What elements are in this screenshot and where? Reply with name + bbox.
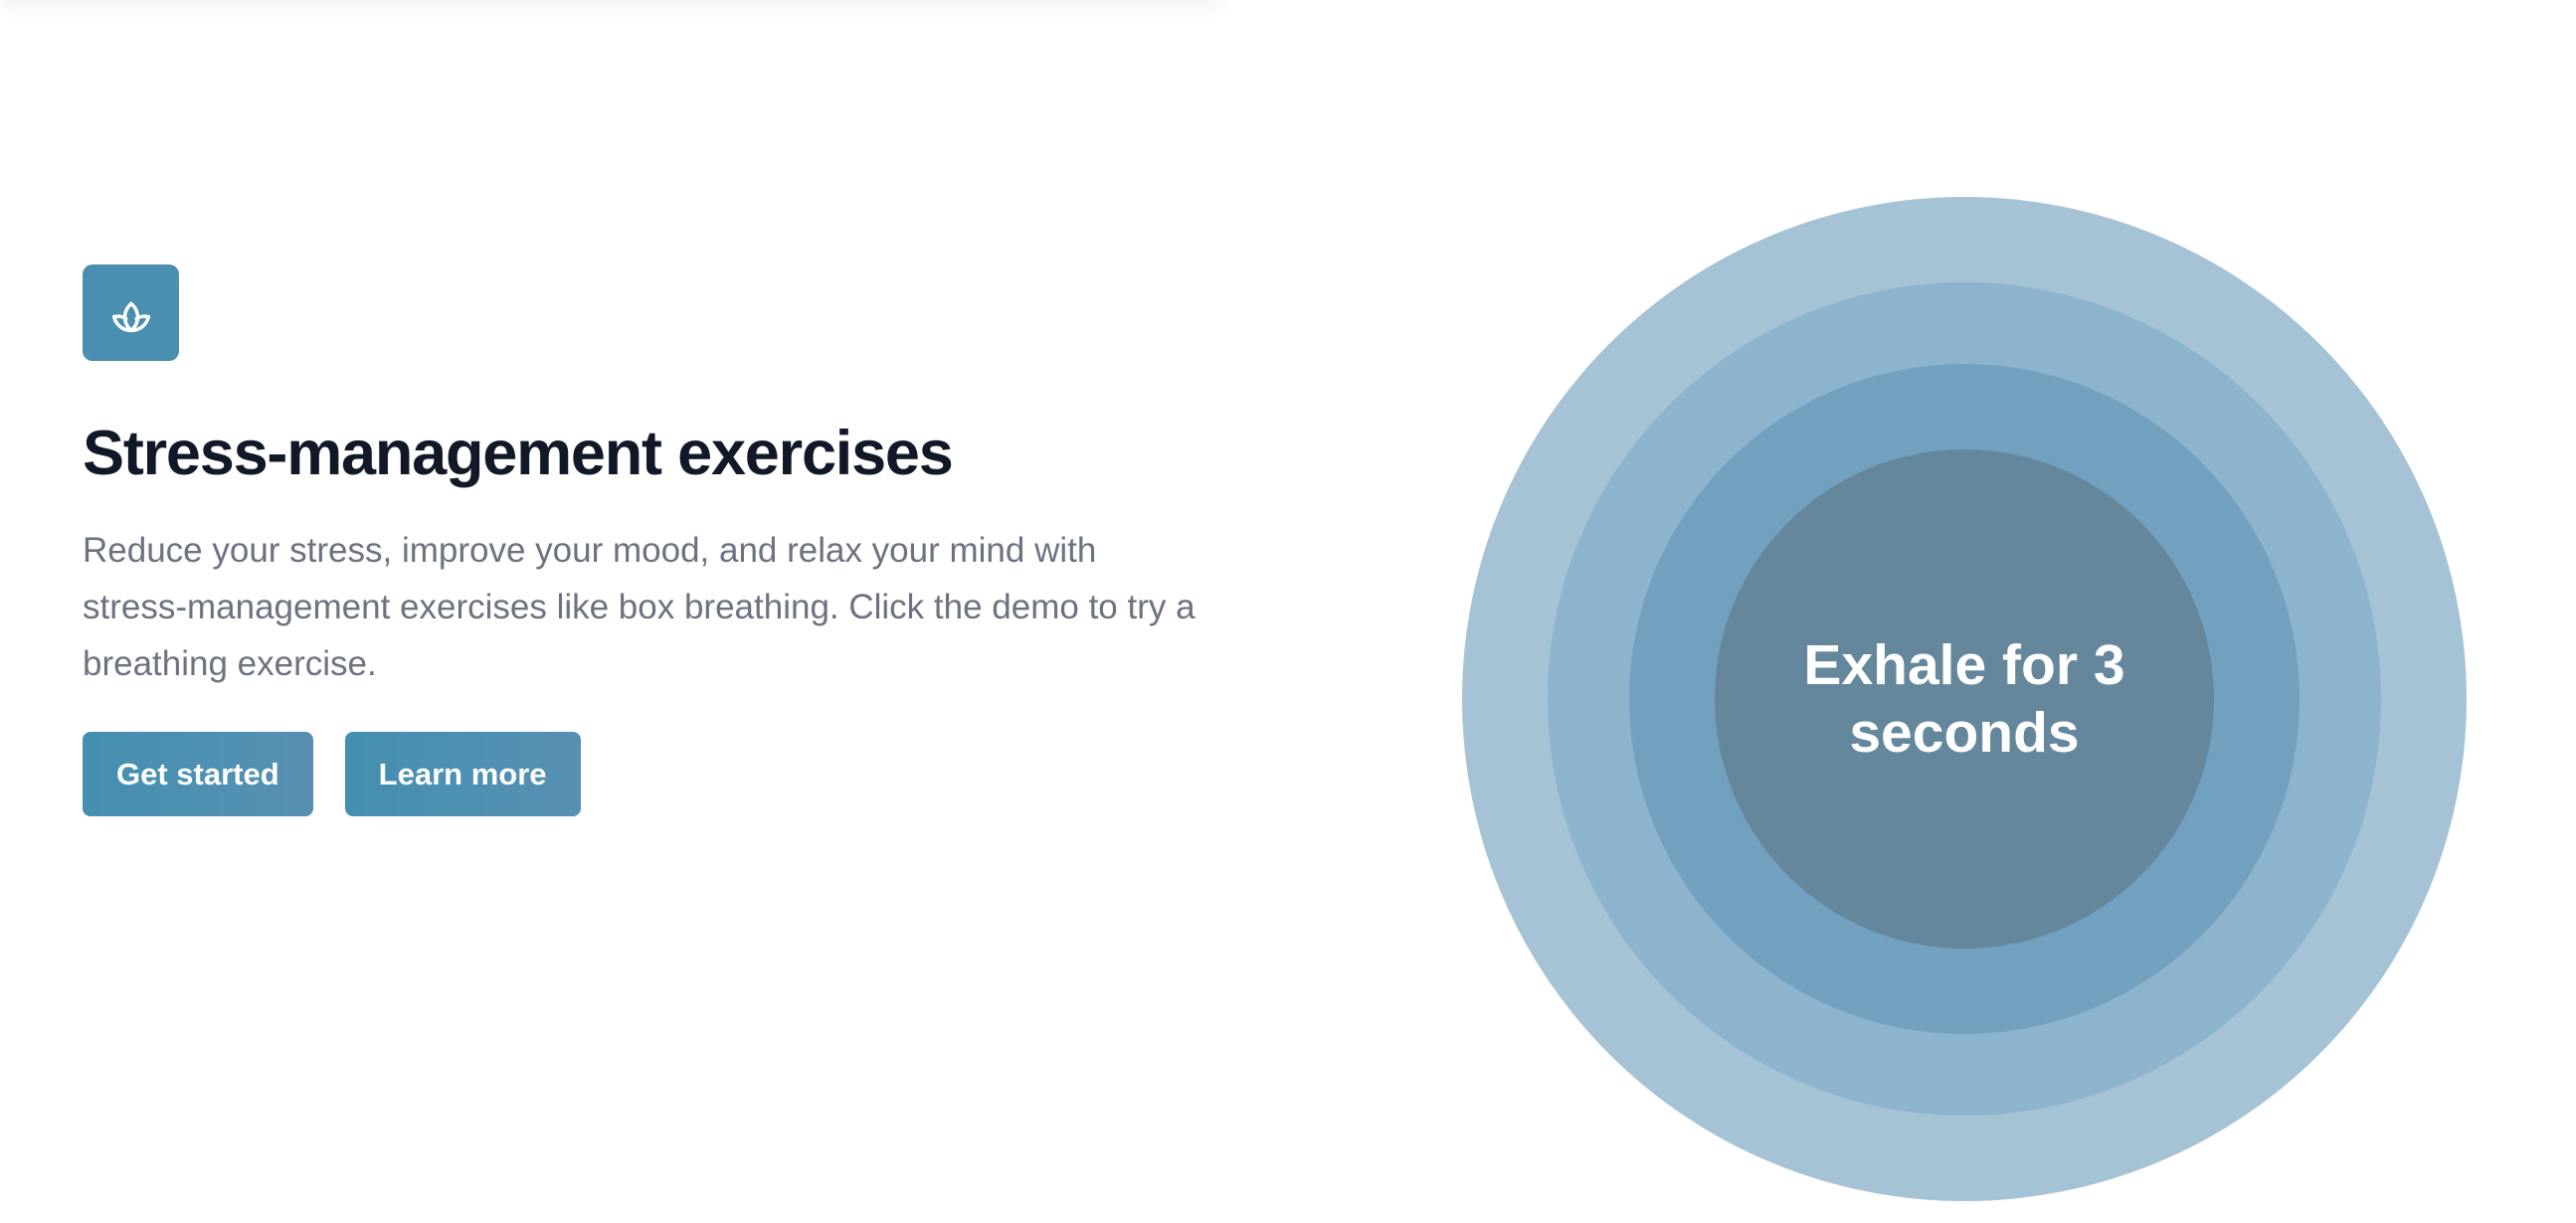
get-started-button[interactable]: Get started	[83, 732, 313, 816]
feature-icon-tile	[83, 264, 179, 361]
feature-title: Stress-management exercises	[83, 419, 954, 488]
breathing-instruction: Exhale for 3 seconds	[1803, 633, 2125, 765]
feature-description: Reduce your stress, improve your mood, a…	[83, 531, 1196, 683]
page: Stress-management exercises Reduce your …	[0, 0, 2576, 1223]
breathing-demo[interactable]: Exhale for 3 seconds	[1462, 197, 2467, 1201]
button-group: Get started Learn more	[83, 732, 1206, 816]
learn-more-button[interactable]: Learn more	[344, 732, 581, 816]
feature-section: Stress-management exercises Reduce your …	[83, 264, 1206, 816]
lotus-icon	[111, 301, 150, 332]
breathing-ring-inner: Exhale for 3 seconds	[1715, 449, 2214, 949]
